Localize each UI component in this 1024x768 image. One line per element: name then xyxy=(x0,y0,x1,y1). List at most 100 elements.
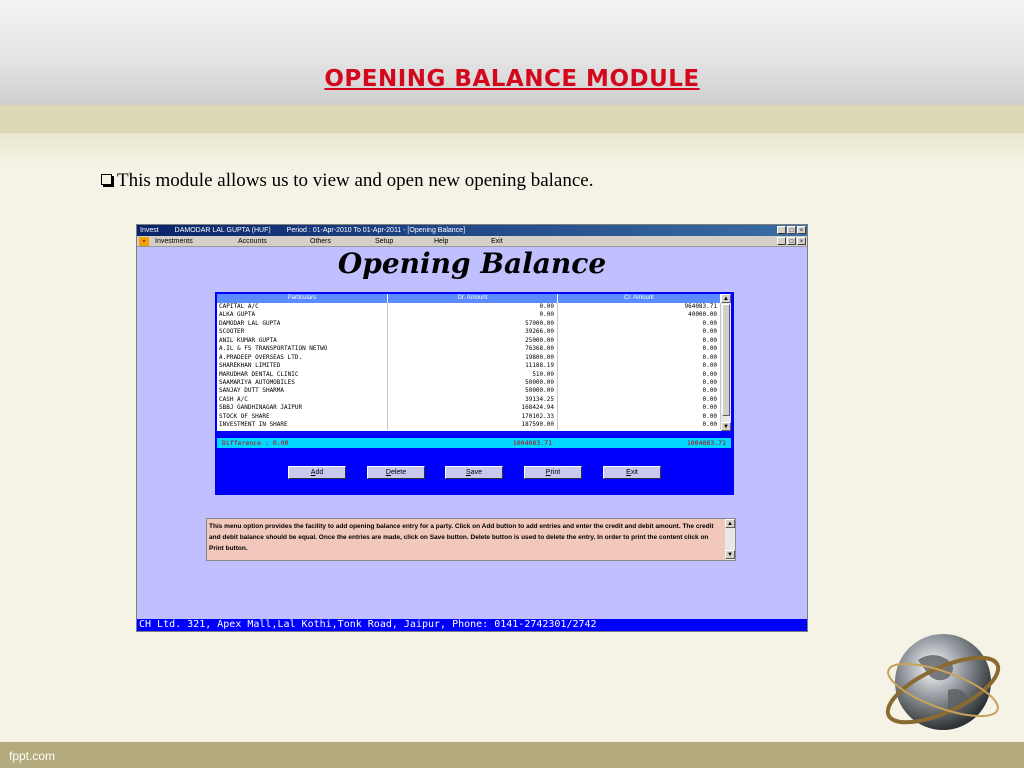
delete-button[interactable]: Delete xyxy=(367,466,425,479)
help-scroll-up-icon[interactable]: ▲ xyxy=(725,519,735,528)
table-row[interactable]: ANIL KUMAR GUPTA 25000.00 0.00 xyxy=(217,336,721,346)
help-scrollbar[interactable]: ▲ ▼ xyxy=(725,519,735,560)
cell-particulars[interactable]: A.PRADEEP OVERSEAS LTD. xyxy=(217,353,388,363)
cell-cr-amount[interactable]: 0.00 xyxy=(558,328,721,337)
cell-particulars[interactable]: INVESTMENT IN SHARE xyxy=(217,421,388,430)
table-row[interactable]: DAMODAR LAL GUPTA 57000.00 0.00 xyxy=(217,319,721,329)
menu-setup[interactable]: Setup xyxy=(375,236,393,247)
cell-particulars[interactable]: SHAREKHAN LIMITED xyxy=(217,362,388,371)
cell-dr-amount[interactable]: 187590.00 xyxy=(388,421,558,430)
child-close-button[interactable]: × xyxy=(797,237,806,245)
help-textbox[interactable]: This menu option provides the facility t… xyxy=(206,518,736,561)
table-row[interactable]: SANJAY DUTT SHARMA 50000.00 0.00 xyxy=(217,387,721,396)
cell-particulars[interactable]: MARUDHAR DENTAL CLINIC xyxy=(217,370,388,379)
table-row[interactable]: SAAMARIYA AUTOMOBILES 50000.00 0.00 xyxy=(217,378,721,388)
difference-row: Difference : 0.00 1004083.71 1004083.71 xyxy=(217,438,731,448)
menu-exit[interactable]: Exit xyxy=(491,236,503,247)
cell-dr-amount[interactable]: 19800.00 xyxy=(388,353,558,363)
cell-cr-amount[interactable]: 0.00 xyxy=(558,404,721,413)
cell-dr-amount[interactable]: 0.00 xyxy=(388,303,558,312)
cell-particulars[interactable]: CAPITAL A/C xyxy=(217,303,388,312)
help-scroll-down-icon[interactable]: ▼ xyxy=(725,550,735,559)
table-row[interactable]: INVESTMENT IN SHARE 187590.00 0.00 xyxy=(217,421,721,430)
cell-cr-amount[interactable]: 0.00 xyxy=(558,387,721,396)
cell-cr-amount[interactable]: 0.00 xyxy=(558,370,721,379)
cell-particulars[interactable]: SAAMARIYA AUTOMOBILES xyxy=(217,378,388,388)
add-button[interactable]: Add xyxy=(288,466,346,479)
cell-dr-amount[interactable]: 0.00 xyxy=(388,311,558,320)
cell-dr-amount[interactable]: 510.00 xyxy=(388,370,558,379)
cell-cr-amount[interactable]: 40000.00 xyxy=(558,311,721,320)
cell-cr-amount[interactable]: 0.00 xyxy=(558,353,721,363)
cell-cr-amount[interactable]: 0.00 xyxy=(558,421,721,430)
scroll-up-icon[interactable]: ▲ xyxy=(721,294,731,303)
cell-cr-amount[interactable]: 0.00 xyxy=(558,378,721,388)
table-row[interactable]: A.PRADEEP OVERSEAS LTD. 19800.00 0.00 xyxy=(217,353,721,363)
cell-particulars[interactable]: DAMODAR LAL GUPTA xyxy=(217,319,388,329)
bullet-text: This module allows us to view and open n… xyxy=(117,170,594,191)
table-row[interactable]: MARUDHAR DENTAL CLINIC 510.00 0.00 xyxy=(217,370,721,379)
cell-cr-amount[interactable]: 0.00 xyxy=(558,412,721,422)
header-particulars[interactable]: Particulars xyxy=(217,294,388,303)
table-row[interactable]: SCOOTER 39266.00 0.00 xyxy=(217,328,721,337)
cell-particulars[interactable]: STOCK OF SHARE xyxy=(217,412,388,422)
cell-cr-amount[interactable]: 964083.71 xyxy=(558,303,721,312)
print-button[interactable]: Print xyxy=(524,466,582,479)
cell-dr-amount[interactable]: 168424.94 xyxy=(388,404,558,413)
cell-dr-amount[interactable]: 76368.00 xyxy=(388,345,558,354)
cell-particulars[interactable]: SANJAY DUTT SHARMA xyxy=(217,387,388,396)
close-button[interactable]: × xyxy=(797,226,806,234)
cell-cr-amount[interactable]: 0.00 xyxy=(558,362,721,371)
scroll-down-icon[interactable]: ▼ xyxy=(721,422,731,431)
table-row[interactable]: A.IL & FS TRANSPORTATION NETWO 76368.00 0.… xyxy=(217,345,721,354)
cell-dr-amount[interactable]: 170102.33 xyxy=(388,412,558,422)
cell-particulars[interactable]: CASH A/C xyxy=(217,395,388,405)
scroll-thumb[interactable] xyxy=(722,304,730,416)
cell-particulars[interactable]: ALKA GUPTA xyxy=(217,311,388,320)
cell-dr-amount[interactable]: 50000.00 xyxy=(388,387,558,396)
cell-dr-amount[interactable]: 11188.19 xyxy=(388,362,558,371)
header-cr-amount[interactable]: Cr. Amount xyxy=(558,294,721,303)
status-bar: CH Ltd. 321, Apex Mall,Lal Kothi,Tonk Ro… xyxy=(137,619,807,631)
cell-particulars[interactable]: SBBJ GANDHINAGAR JAIPUR xyxy=(217,404,388,413)
child-minimize-button[interactable]: _ xyxy=(777,237,786,245)
app-titlebar: Invest DAMODAR LAL GUPTA (HUF) Period : … xyxy=(137,225,807,236)
cell-cr-amount[interactable]: 0.00 xyxy=(558,395,721,405)
header-dr-amount[interactable]: Dr. Amount xyxy=(388,294,558,303)
cell-dr-amount[interactable]: 50000.00 xyxy=(388,378,558,388)
grid-header: Particulars Dr. Amount Cr. Amount xyxy=(217,294,731,303)
cell-dr-amount[interactable]: 39266.00 xyxy=(388,328,558,337)
cell-cr-amount[interactable]: 0.00 xyxy=(558,345,721,354)
table-row[interactable]: SBBJ GANDHINAGAR JAIPUR 168424.94 0.00 xyxy=(217,404,721,413)
balance-grid-body[interactable]: CAPITAL A/C 0.00 964083.71 ALKA GUPTA 0.00 40… xyxy=(217,303,721,431)
cell-dr-amount[interactable]: 39134.25 xyxy=(388,395,558,405)
menu-others[interactable]: Others xyxy=(310,236,331,247)
table-row[interactable]: CAPITAL A/C 0.00 964083.71 xyxy=(217,303,721,312)
app-icon: ▪ xyxy=(139,237,149,246)
cell-particulars[interactable]: SCOOTER xyxy=(217,328,388,337)
header-band xyxy=(0,105,1024,133)
table-row[interactable]: SHAREKHAN LIMITED 11188.19 0.00 xyxy=(217,362,721,371)
cell-cr-amount[interactable]: 0.00 xyxy=(558,319,721,329)
menu-investments[interactable]: Investments xyxy=(155,236,193,247)
cell-particulars[interactable]: ANIL KUMAR GUPTA xyxy=(217,336,388,346)
opening-balance-heading: Opening Balance xyxy=(337,247,607,280)
table-row[interactable]: CASH A/C 39134.25 0.00 xyxy=(217,395,721,405)
cr-total: 1004083.71 xyxy=(686,439,726,447)
menu-accounts[interactable]: Accounts xyxy=(238,236,267,247)
save-button[interactable]: Save xyxy=(445,466,503,479)
cell-dr-amount[interactable]: 57000.00 xyxy=(388,319,558,329)
child-maximize-button[interactable]: □ xyxy=(787,237,796,245)
exit-button[interactable]: Exit xyxy=(603,466,661,479)
maximize-button[interactable]: □ xyxy=(787,226,796,234)
minimize-button[interactable]: _ xyxy=(777,226,786,234)
menu-help[interactable]: Help xyxy=(434,236,448,247)
cell-particulars[interactable]: A.IL & FS TRANSPORTATION NETWO xyxy=(217,345,388,354)
table-row[interactable]: STOCK OF SHARE 170102.33 0.00 xyxy=(217,412,721,422)
cell-dr-amount[interactable]: 25000.00 xyxy=(388,336,558,346)
grid-scrollbar[interactable]: ▲ ▼ xyxy=(721,294,731,431)
app-name: Invest xyxy=(140,227,159,234)
cell-cr-amount[interactable]: 0.00 xyxy=(558,336,721,346)
table-row[interactable]: ALKA GUPTA 0.00 40000.00 xyxy=(217,311,721,320)
dr-total: 1004083.71 xyxy=(512,439,552,447)
